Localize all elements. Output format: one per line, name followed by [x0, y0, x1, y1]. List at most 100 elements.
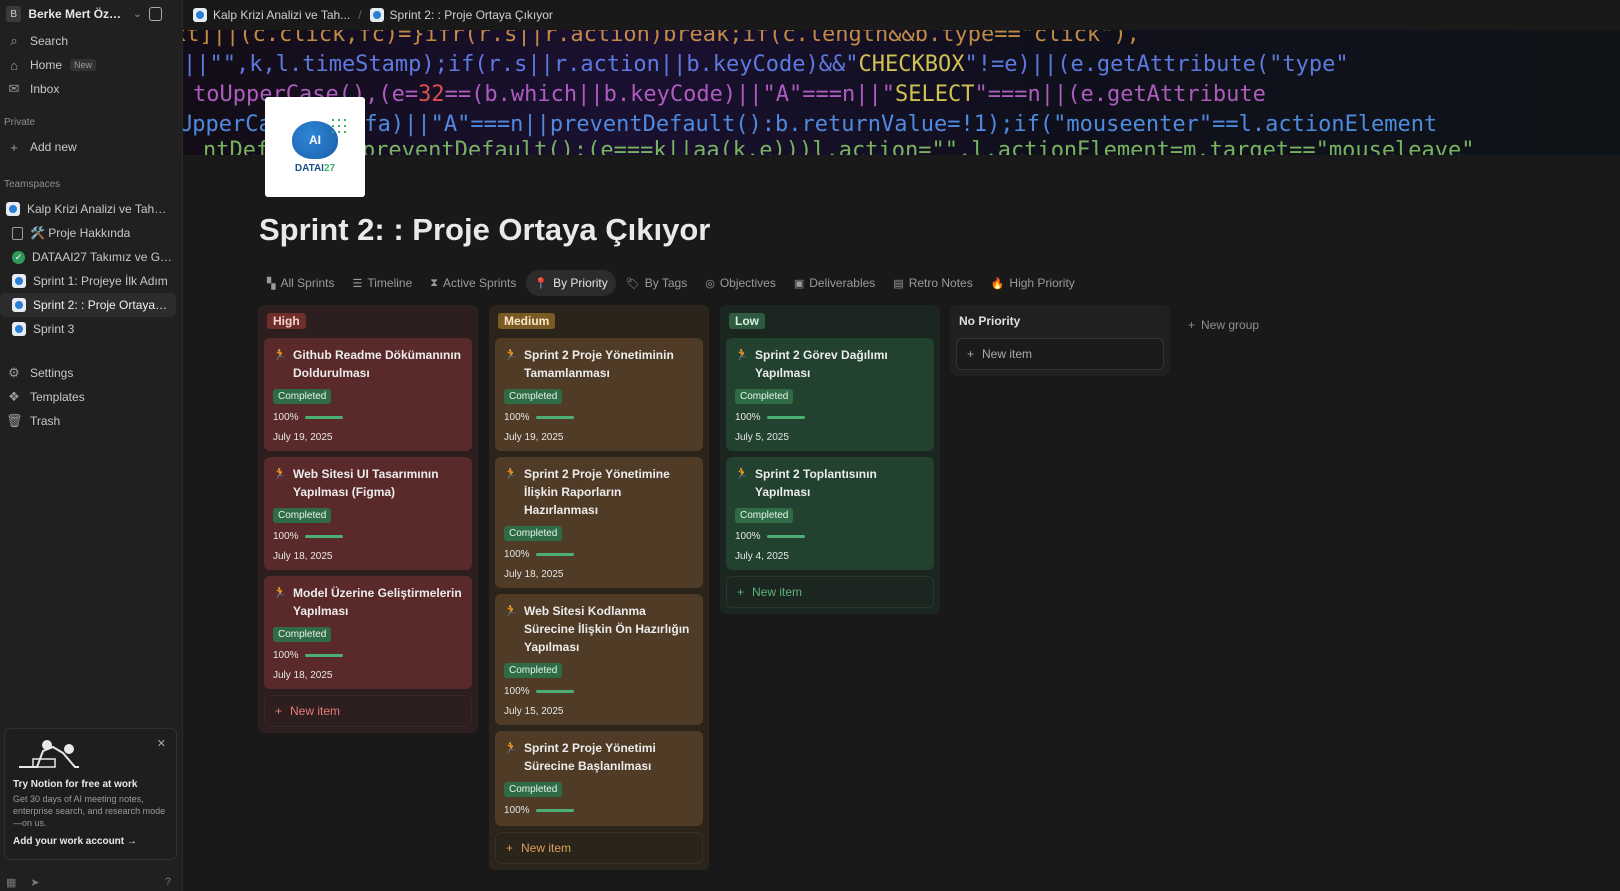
board-card[interactable]: 🏃 Web Sitesi Kodlanma Sürecine İlişkin Ön… — [495, 594, 703, 725]
tab-retro-notes[interactable]: ▤ Retro Notes — [885, 270, 980, 296]
card-title: Sprint 2 Proje Yönetiminin Tamamlanması — [524, 348, 674, 380]
box-icon: ▣ — [793, 277, 805, 290]
priority-badge: Low — [729, 313, 765, 329]
target-icon: ◎ — [705, 277, 715, 290]
tab-by-tags[interactable]: 🏷 By Tags — [618, 270, 695, 296]
board-card[interactable]: 🏃 Web Sitesi UI Tasarımının Yapılması (Fi… — [264, 457, 472, 570]
tab-label: Objectives — [719, 276, 776, 290]
sidebar-item-templates[interactable]: ❖ Templates — [0, 385, 182, 409]
new-item-label: New item — [982, 347, 1033, 361]
board-group-low: Low 🏃 Sprint 2 Görev Dağılımı Yapılması C… — [720, 305, 940, 614]
board-card[interactable]: 🏃 Sprint 2 Toplantısının Yapılması Comple… — [726, 457, 934, 570]
new-item-label: New item — [290, 704, 341, 718]
add-work-account-link[interactable]: Add your work account → — [13, 836, 168, 847]
board-card[interactable]: 🏃 Model Üzerine Geliştirmelerin Yapılması… — [264, 576, 472, 689]
topbar: Kalp Krizi Analizi ve Tah... / Sprint 2:… — [183, 0, 1620, 30]
sidebar-page-label: Sprint 2: : Proje Ortaya Çı... — [33, 298, 170, 312]
progress: 100% — [504, 412, 694, 423]
sidebar-item-trash[interactable]: 🗑 Trash — [0, 409, 182, 433]
chevron-down-icon[interactable]: ⌄ — [133, 9, 141, 20]
new-group-button[interactable]: + New group — [1188, 318, 1259, 332]
send-icon[interactable]: ➤ — [30, 876, 39, 890]
page-icon-logo[interactable]: AI DATAI27 — [265, 97, 365, 197]
plus-icon: + — [10, 139, 18, 155]
new-group-label: New group — [1201, 318, 1260, 332]
fire-icon: 🔥 — [990, 277, 1005, 290]
group-header[interactable]: High — [264, 311, 472, 331]
card-title: Sprint 2 Proje Yönetimi Sürecine Başlanı… — [524, 741, 656, 773]
progress: 100% — [273, 412, 463, 423]
timeline-icon: ☰ — [352, 277, 363, 290]
pin-icon: 📍 — [534, 277, 549, 290]
group-header[interactable]: No Priority — [956, 311, 1164, 331]
sidebar-page-sprint-3[interactable]: Sprint 3 — [0, 317, 182, 341]
tab-by-priority[interactable]: 📍 By Priority — [526, 270, 616, 296]
board-card[interactable]: 🏃 Sprint 2 Görev Dağılımı Yapılması Compl… — [726, 338, 934, 451]
sidebar-page-proje-hakkinda[interactable]: 🛠️ Proje Hakkında — [0, 221, 182, 245]
group-header[interactable]: Low — [726, 311, 934, 331]
sidebar-item-settings[interactable]: ⚙ Settings — [0, 361, 182, 385]
status-badge: Completed — [735, 508, 794, 523]
logo-text-a: DATAI — [294, 162, 324, 174]
plus-icon: + — [737, 585, 745, 599]
home-icon: ⌂ — [10, 57, 18, 73]
status-badge: Completed — [504, 389, 563, 404]
trash-icon: 🗑 — [6, 413, 23, 428]
sidebar-page-sprint-2[interactable]: Sprint 2: : Proje Ortaya Çı... — [0, 293, 176, 317]
group-header[interactable]: Medium — [495, 311, 703, 331]
hourglass-icon: ⧗ — [430, 276, 439, 289]
tab-active-sprints[interactable]: ⧗ Active Sprints — [422, 270, 524, 296]
new-badge: New — [70, 59, 97, 71]
workspace-switcher[interactable]: B Berke Mert Öztür... ⌄ — [0, 0, 182, 28]
new-item-button[interactable]: + New item — [726, 576, 934, 608]
tab-label: By Tags — [644, 276, 688, 290]
card-date: July 18, 2025 — [273, 670, 333, 681]
promo-illustration — [13, 737, 83, 773]
sidebar-page-dataai27[interactable]: ✓ DATAAI27 Takımız ve Gör... — [0, 245, 182, 269]
tab-objectives[interactable]: ◎ Objectives — [697, 270, 784, 296]
new-item-label: New item — [752, 585, 803, 599]
sidebar-page-kalp-krizi[interactable]: Kalp Krizi Analizi ve Tahmini — [0, 197, 182, 221]
progress: 100% — [273, 531, 463, 542]
view-tabs: ▚ All Sprints ☰ Timeline ⧗ Active Sprints 📍… — [259, 270, 1083, 296]
help-icon[interactable]: ? — [165, 876, 171, 890]
tab-all-sprints[interactable]: ▚ All Sprints — [259, 270, 343, 296]
new-item-button[interactable]: + New item — [264, 695, 472, 727]
calendar-icon[interactable]: ▦ — [6, 876, 16, 890]
board-card[interactable]: 🏃 Sprint 2 Proje Yönetimine İlişkin Rapor… — [495, 457, 703, 588]
breadcrumb-label: Kalp Krizi Analizi ve Tah... — [213, 8, 351, 22]
running-icon: 🏃 — [273, 468, 287, 480]
add-new-button[interactable]: + Add new — [0, 135, 182, 159]
tab-deliverables[interactable]: ▣ Deliverables — [786, 270, 883, 296]
progress: 100% — [273, 650, 463, 661]
page-cover-image[interactable]: xt]||(c.click,fc)=}ifr(r.s||r.action)bre… — [183, 30, 1620, 155]
new-item-button[interactable]: + New item — [956, 338, 1164, 370]
running-icon: 🏃 — [504, 605, 518, 617]
board-card[interactable]: 🏃 Sprint 2 Proje Yönetiminin Tamamlanması… — [495, 338, 703, 451]
search-icon: ⌕ — [10, 33, 18, 48]
card-date: July 19, 2025 — [504, 432, 564, 443]
priority-badge: Medium — [498, 313, 556, 329]
board-card[interactable]: 🏃 Github Readme Dökümanının Doldurulması … — [264, 338, 472, 451]
breadcrumb-current-page[interactable]: Sprint 2: : Proje Ortaya Çıkıyor — [369, 8, 553, 22]
page-title[interactable]: Sprint 2: : Proje Ortaya Çıkıyor — [259, 212, 710, 248]
sidebar-item-home[interactable]: ⌂ Home New — [0, 53, 182, 77]
progress-value: 100% — [504, 412, 530, 423]
sprints-icon: ▚ — [267, 277, 276, 290]
tab-timeline[interactable]: ☰ Timeline — [345, 270, 421, 296]
sidebar-page-sprint-1[interactable]: Sprint 1: Projeye İlk Adım — [0, 269, 182, 293]
breadcrumb-label: Sprint 2: : Proje Ortaya Çıkıyor — [389, 8, 553, 22]
progress-value: 100% — [273, 650, 299, 661]
sidebar-item-label: Home — [30, 58, 63, 72]
sidebar-footer: ▦ ➤ ? — [6, 876, 171, 890]
breadcrumb-teamspace[interactable]: Kalp Krizi Analizi ve Tah... — [193, 8, 350, 22]
new-page-icon[interactable] — [148, 7, 162, 21]
sidebar-item-inbox[interactable]: ✉ Inbox — [0, 77, 182, 101]
board-card[interactable]: 🏃 Sprint 2 Proje Yönetimi Sürecine Başlan… — [495, 731, 703, 826]
running-icon: 🏃 — [504, 349, 518, 361]
new-item-button[interactable]: + New item — [495, 832, 703, 864]
close-icon[interactable]: ✕ — [157, 737, 166, 750]
sidebar-item-search[interactable]: ⌕ Search — [0, 29, 182, 53]
tab-high-priority[interactable]: 🔥 High Priority — [983, 270, 1083, 296]
document-icon — [12, 226, 23, 240]
